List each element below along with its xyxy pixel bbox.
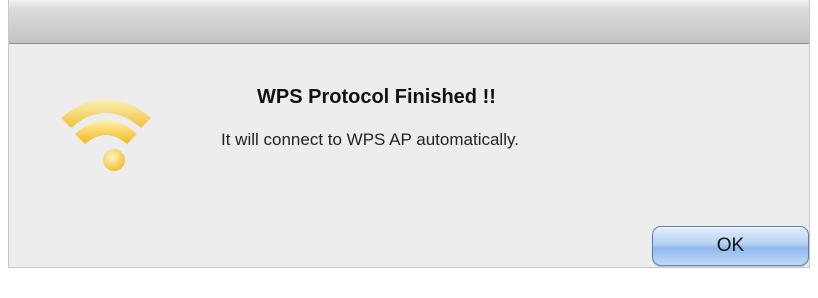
ok-button[interactable]: OK	[652, 226, 809, 266]
dialog-title: WPS Protocol Finished !!	[257, 86, 496, 108]
dialog-message: It will connect to WPS AP automatically.	[221, 130, 519, 149]
title-bar[interactable]	[9, 0, 809, 44]
wifi-icon	[51, 90, 161, 180]
alert-dialog: WPS Protocol Finished !! It will connect…	[8, 0, 810, 268]
